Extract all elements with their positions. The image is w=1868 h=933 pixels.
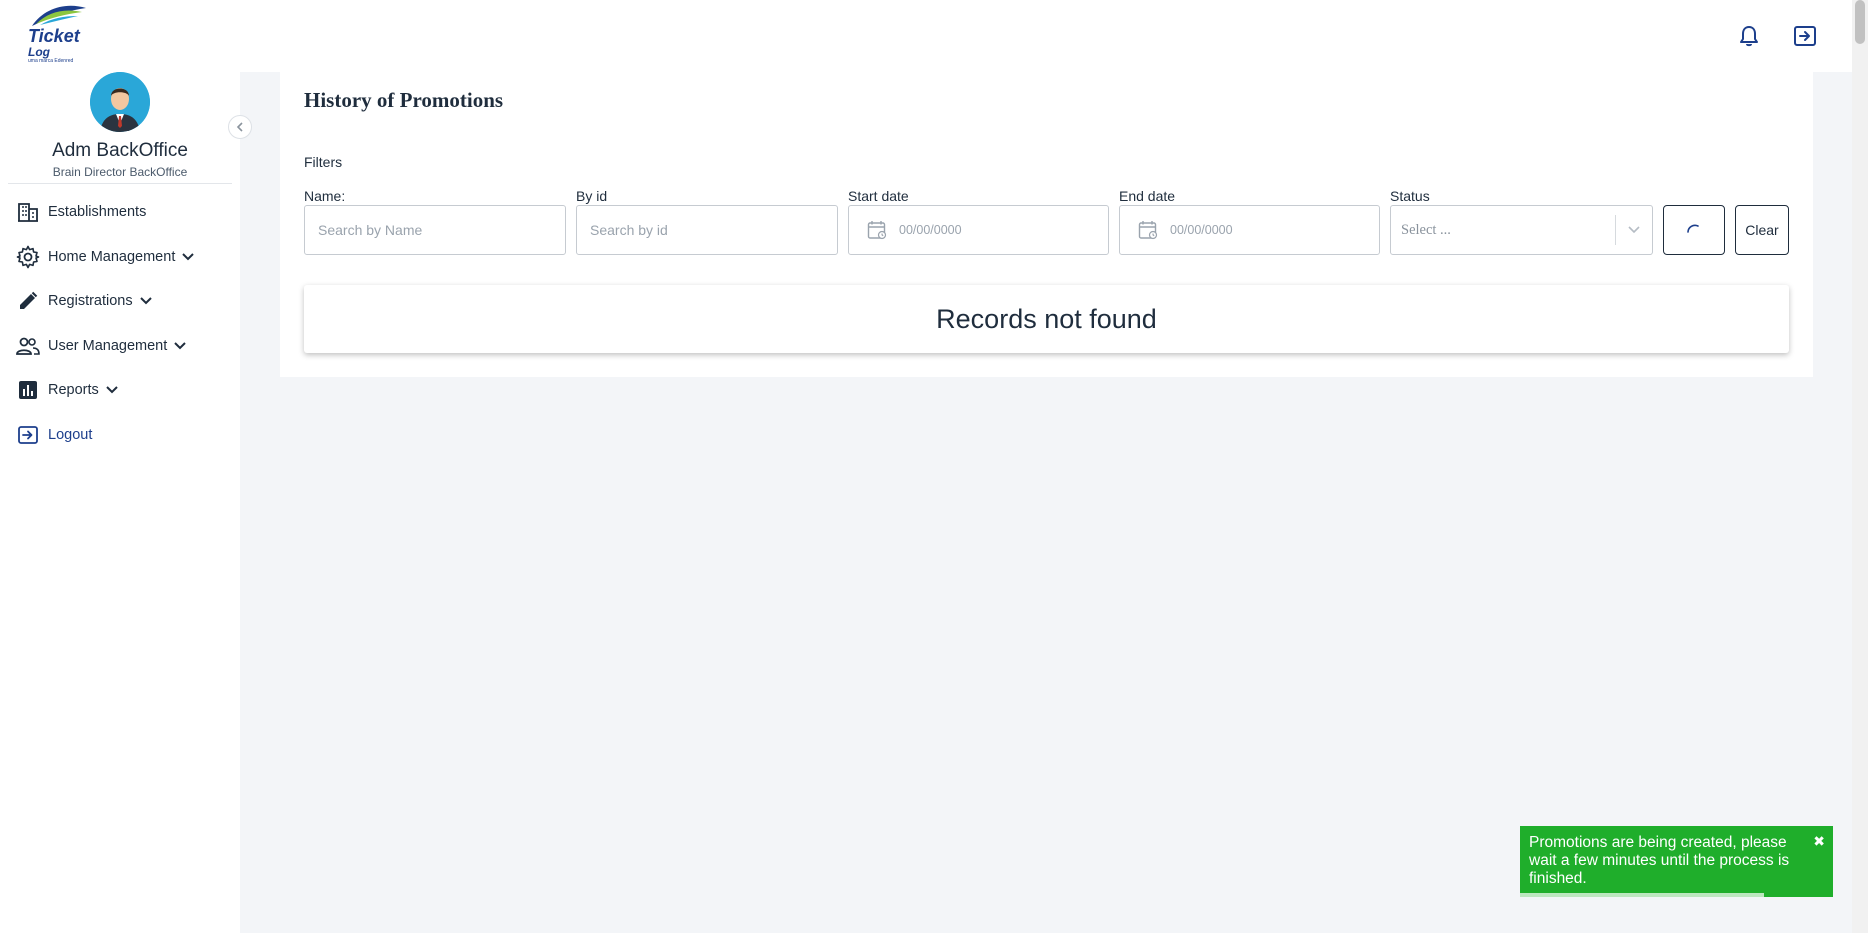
select-separator xyxy=(1615,215,1616,245)
notifications-button[interactable] xyxy=(1735,22,1763,50)
chevron-down-icon xyxy=(1624,220,1644,240)
logout-icon xyxy=(16,423,40,447)
start-date-input[interactable]: 00/00/0000 xyxy=(848,205,1109,255)
calendar-icon xyxy=(1136,218,1160,242)
avatar xyxy=(90,72,150,132)
sidebar-item-label: Logout xyxy=(48,426,93,443)
pencil-icon xyxy=(16,289,40,313)
sidebar-item-label: Registrations xyxy=(48,293,133,310)
filters-label: Filters xyxy=(304,154,343,170)
status-label: Status xyxy=(1390,188,1430,204)
loading-spinner-icon xyxy=(1687,224,1699,233)
clear-button[interactable]: Clear xyxy=(1735,205,1789,255)
exit-button[interactable] xyxy=(1791,22,1819,50)
toast-notification: Promotions are being created, please wai… xyxy=(1520,826,1833,897)
empty-state-message: Records not found xyxy=(304,285,1789,353)
gear-icon xyxy=(16,245,40,269)
building-icon xyxy=(16,200,40,224)
chevron-left-icon xyxy=(236,122,243,132)
logo-wordmark: Ticket Log xyxy=(28,26,80,59)
status-select[interactable]: Select ... xyxy=(1390,205,1653,255)
chart-icon xyxy=(16,378,40,402)
toast-progress-bar xyxy=(1520,893,1765,897)
chevron-down-icon xyxy=(181,252,195,262)
end-date-placeholder: 00/00/0000 xyxy=(1170,223,1233,237)
users-icon xyxy=(16,334,40,358)
user-avatar-icon xyxy=(90,72,150,132)
name-placeholder: Search by Name xyxy=(318,222,423,238)
bell-icon xyxy=(1740,26,1758,47)
sidebar-item-registrations[interactable]: Registrations xyxy=(0,279,240,324)
id-placeholder: Search by id xyxy=(590,222,668,238)
sidebar-item-reports[interactable]: Reports xyxy=(0,368,240,413)
end-date-label: End date xyxy=(1119,188,1176,204)
sidebar-item-user-management[interactable]: User Management xyxy=(0,324,240,369)
start-date-label: Start date xyxy=(848,188,909,204)
ticket-log-logo[interactable]: Ticket Log uma marca Edenred xyxy=(26,4,88,64)
toast-message: Promotions are being created, please wai… xyxy=(1529,834,1790,887)
by-id-label: By id xyxy=(576,188,608,204)
search-button[interactable] xyxy=(1663,205,1725,255)
user-name: Adm BackOffice xyxy=(52,140,188,161)
page-scrollbar[interactable] xyxy=(1852,0,1868,933)
calendar-icon xyxy=(865,218,889,242)
chevron-down-icon xyxy=(105,385,119,395)
scrollbar-thumb[interactable] xyxy=(1855,0,1865,44)
sidebar-item-label: Establishments xyxy=(48,204,147,221)
sidebar-item-logout[interactable]: Logout xyxy=(0,413,240,458)
id-search-input[interactable]: Search by id xyxy=(576,205,838,255)
status-placeholder: Select ... xyxy=(1401,222,1451,238)
top-bar: Ticket Log uma marca Edenred xyxy=(0,0,1852,72)
start-date-placeholder: 00/00/0000 xyxy=(899,223,962,237)
logo-tagline: uma marca Edenred xyxy=(28,58,74,64)
sidebar-divider xyxy=(8,183,232,184)
name-label: Name: xyxy=(304,188,346,204)
page-title: History of Promotions xyxy=(304,88,504,112)
sidebar: Adm BackOffice Brain Director BackOffice… xyxy=(0,72,240,933)
chevron-down-icon xyxy=(173,341,187,351)
end-date-input[interactable]: 00/00/0000 xyxy=(1119,205,1380,255)
sidebar-nav: Establishments Home Management Registrat… xyxy=(0,190,240,457)
sidebar-item-label: Home Management xyxy=(48,248,176,265)
close-icon[interactable]: ✖ xyxy=(1813,832,1825,850)
sidebar-item-home-management[interactable]: Home Management xyxy=(0,235,240,280)
chevron-down-icon xyxy=(139,296,153,306)
name-search-input[interactable]: Search by Name xyxy=(304,205,566,255)
sidebar-item-establishments[interactable]: Establishments xyxy=(0,190,240,235)
sidebar-item-label: Reports xyxy=(48,382,99,399)
sidebar-item-label: User Management xyxy=(48,337,168,354)
sidebar-collapse-button[interactable] xyxy=(228,115,252,139)
user-role: Brain Director BackOffice xyxy=(52,165,188,179)
logout-icon xyxy=(1794,26,1816,46)
